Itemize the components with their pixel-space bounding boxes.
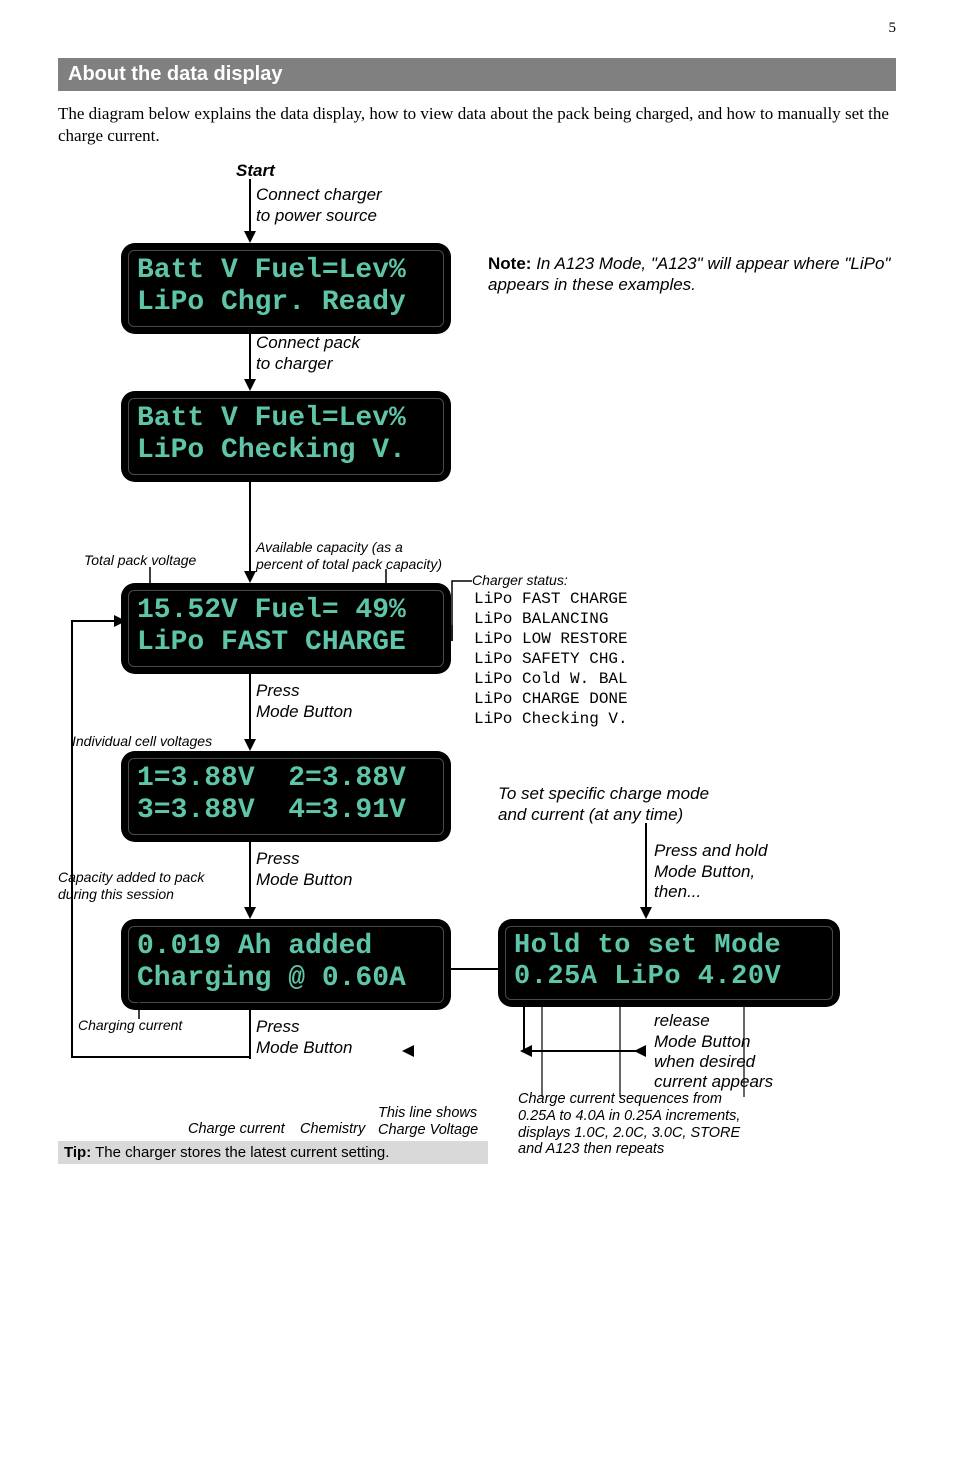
- tip-text: The charger stores the latest current se…: [95, 1144, 389, 1161]
- intro-paragraph: The diagram below explains the data disp…: [58, 103, 896, 147]
- lcd6-line2: 0.25A LiPo 4.20V: [514, 962, 781, 992]
- mode-note: Note: In A123 Mode, "A123" will appear w…: [488, 253, 893, 296]
- charge-sequence-ann: Charge current sequences from 0.25A to 4…: [518, 1091, 740, 1158]
- lcd-screen-6: Hold to set Mode 0.25A LiPo 4.20V: [498, 919, 840, 1007]
- lcd4-line1: 1=3.88V 2=3.88V: [137, 763, 406, 794]
- diagram-area: Start Connect charger to power source Ba…: [58, 161, 896, 1391]
- available-capacity-label: Available capacity (as a percent of tota…: [256, 539, 442, 573]
- tip-box: Tip: The charger stores the latest curre…: [58, 1141, 488, 1164]
- section-header: About the data display: [58, 58, 896, 91]
- lcd-screen-4: 1=3.88V 2=3.88V 3=3.88V 4=3.91V: [121, 751, 451, 841]
- lcd-screen-2: Batt V Fuel=Lev% LiPo Checking V.: [121, 391, 451, 481]
- press-mode-2: Press Mode Button: [256, 849, 352, 890]
- lcd3-line1: 15.52V Fuel= 49%: [137, 595, 406, 626]
- note-bold: Note:: [488, 254, 531, 273]
- lcd-screen-3: 15.52V Fuel= 49% LiPo FAST CHARGE: [121, 583, 451, 673]
- chemistry-ann: Chemistry: [300, 1121, 365, 1138]
- press-hold-label: Press and hold Mode Button, then...: [654, 841, 767, 902]
- charge-current-ann: Charge current: [188, 1121, 285, 1138]
- connect-charger-label: Connect charger to power source: [256, 185, 382, 226]
- tip-bold: Tip:: [64, 1144, 91, 1161]
- charger-status-list: LiPo FAST CHARGE LiPo BALANCING LiPo LOW…: [474, 589, 628, 729]
- lcd4-line2: 3=3.88V 4=3.91V: [137, 795, 406, 826]
- lcd1-line1: Batt V Fuel=Lev%: [137, 255, 406, 286]
- total-pack-voltage-label: Total pack voltage: [84, 552, 196, 569]
- note-text: In A123 Mode, "A123" will appear where "…: [488, 254, 890, 294]
- lcd-screen-5: 0.019 Ah added Charging @ 0.60A: [121, 919, 451, 1009]
- lcd2-line1: Batt V Fuel=Lev%: [137, 403, 406, 434]
- lcd3-line2: LiPo FAST CHARGE: [137, 627, 406, 658]
- press-mode-3: Press Mode Button: [256, 1017, 352, 1058]
- lcd6-line1: Hold to set Mode: [514, 931, 781, 961]
- page-number: 5: [889, 20, 897, 37]
- to-set-mode-label: To set specific charge mode and current …: [498, 784, 709, 825]
- charger-status-label: Charger status:: [472, 572, 568, 589]
- release-mode-label: release Mode Button when desired current…: [654, 1011, 773, 1093]
- lcd2-line2: LiPo Checking V.: [137, 435, 406, 466]
- lcd1-line2: LiPo Chgr. Ready: [137, 287, 406, 318]
- lcd5-line1: 0.019 Ah added: [137, 931, 372, 962]
- start-label: Start: [236, 161, 275, 181]
- this-line-shows-ann: This line shows Charge Voltage: [378, 1105, 478, 1138]
- connect-pack-label: Connect pack to charger: [256, 333, 360, 374]
- lcd5-line2: Charging @ 0.60A: [137, 963, 406, 994]
- lcd-screen-1: Batt V Fuel=Lev% LiPo Chgr. Ready: [121, 243, 451, 333]
- press-mode-1: Press Mode Button: [256, 681, 352, 722]
